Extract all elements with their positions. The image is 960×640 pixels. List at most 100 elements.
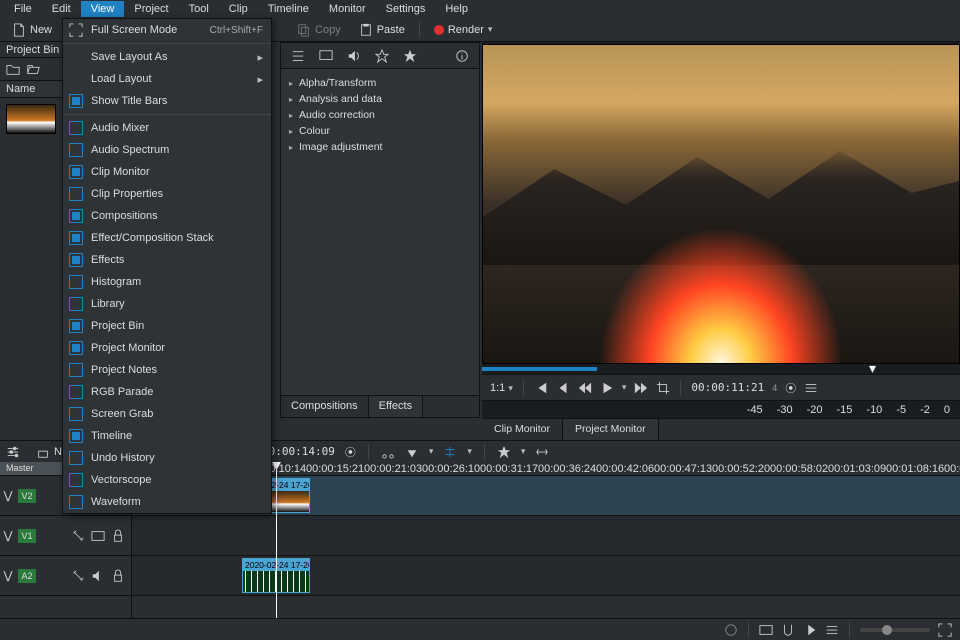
menu-monitor[interactable]: Monitor (319, 1, 376, 17)
render-button[interactable]: Render ▾ (428, 22, 499, 38)
align-icon[interactable] (443, 445, 457, 459)
menu-panel-rgb-parade[interactable]: RGB Parade (63, 381, 271, 403)
chevron-down-icon[interactable]: ▾ (622, 382, 627, 393)
track-lane-v1[interactable] (132, 516, 960, 556)
menu-panel-audio-mixer[interactable]: Audio Mixer (63, 117, 271, 139)
stepper-icon[interactable]: ⦿ (345, 444, 356, 460)
menu-panel-compositions[interactable]: Compositions (63, 205, 271, 227)
copy-button[interactable]: Copy (291, 21, 347, 39)
fx-icon[interactable] (71, 569, 85, 583)
fit-icon[interactable] (938, 623, 952, 637)
menu-panel-waveform[interactable]: Waveform (63, 491, 271, 513)
track-badge[interactable]: A2 (18, 569, 36, 583)
effect-category[interactable]: Colour (285, 123, 475, 139)
effect-category[interactable]: Analysis and data (285, 91, 475, 107)
playhead[interactable] (276, 462, 277, 618)
menu-panel-effect-composition-stack[interactable]: Effect/Composition Stack (63, 227, 271, 249)
snap-icon[interactable] (781, 623, 795, 637)
chevron-down-icon[interactable]: ▾ (429, 446, 434, 457)
tab-clip-monitor[interactable]: Clip Monitor (482, 419, 563, 440)
menu-show-title-bars[interactable]: Show Title Bars (63, 90, 271, 112)
menu-load-layout[interactable]: Load Layout ▸ (63, 68, 271, 90)
menu-help[interactable]: Help (435, 1, 478, 17)
fx-icon[interactable] (71, 529, 85, 543)
spacer-icon[interactable] (535, 445, 549, 459)
track-header-v1[interactable]: ⋁ V1 (0, 516, 131, 556)
star-outline-icon[interactable] (375, 49, 389, 63)
lock-icon[interactable] (111, 529, 125, 543)
monitor-viewport[interactable] (482, 44, 960, 364)
track-header-a2[interactable]: ⋁ A2 (0, 556, 131, 596)
zoom-slider[interactable] (860, 628, 930, 632)
menu-project[interactable]: Project (124, 1, 178, 17)
list-icon[interactable] (291, 49, 305, 63)
screen-icon[interactable] (319, 49, 333, 63)
tab-project-monitor[interactable]: Project Monitor (563, 419, 659, 440)
effect-category[interactable]: Image adjustment (285, 139, 475, 155)
speaker-icon[interactable] (91, 569, 105, 583)
track-badge[interactable]: V1 (18, 529, 36, 543)
bin-clip-thumbnail[interactable] (6, 104, 56, 134)
add-folder-icon[interactable] (6, 62, 20, 76)
mute-video-icon[interactable] (91, 529, 105, 543)
chevron-down-icon[interactable]: ▾ (467, 446, 472, 457)
menu-panel-vectorscope[interactable]: Vectorscope (63, 469, 271, 491)
star-icon[interactable] (497, 445, 511, 459)
chevron-down-icon[interactable]: ▾ (521, 446, 526, 457)
track-lane-a2[interactable]: 2020-02-24 17-26 (132, 556, 960, 596)
warning-icon[interactable] (724, 623, 738, 637)
menu-panel-screen-grab[interactable]: Screen Grab (63, 403, 271, 425)
menu-settings[interactable]: Settings (376, 1, 436, 17)
menu-panel-audio-spectrum[interactable]: Audio Spectrum (63, 139, 271, 161)
marker-down-icon[interactable] (405, 445, 419, 459)
menu-tool[interactable]: Tool (179, 1, 219, 17)
monitor-scrubber[interactable]: ▾ (482, 364, 960, 374)
menu-timeline[interactable]: Timeline (258, 1, 319, 17)
play-icon[interactable] (600, 381, 614, 395)
menu-view[interactable]: View (81, 1, 125, 17)
tags-icon[interactable] (825, 623, 839, 637)
effect-category[interactable]: Alpha/Transform (285, 75, 475, 91)
prev-frame-icon[interactable] (556, 381, 570, 395)
settings-icon[interactable] (6, 445, 20, 459)
forward-icon[interactable] (634, 381, 648, 395)
cut-icon[interactable] (381, 445, 395, 459)
menu-file[interactable]: File (4, 1, 42, 17)
menu-fullscreen[interactable]: Full Screen Mode Ctrl+Shift+F (63, 19, 271, 41)
info-icon[interactable] (455, 49, 469, 63)
thumbnail-icon[interactable] (759, 623, 773, 637)
monitor-timecode[interactable]: 00:00:11:21 (691, 381, 764, 394)
star-icon[interactable] (403, 49, 417, 63)
new-button[interactable]: New (6, 21, 58, 39)
menu-panel-effects[interactable]: Effects (63, 249, 271, 271)
expand-icon[interactable]: ⋁ (0, 529, 16, 542)
scale-selector[interactable]: 1:1 ▾ (490, 382, 513, 394)
expand-icon[interactable]: ⋁ (0, 489, 16, 502)
menu-clip[interactable]: Clip (219, 1, 258, 17)
crop-icon[interactable] (656, 381, 670, 395)
menu-panel-histogram[interactable]: Histogram (63, 271, 271, 293)
effect-category[interactable]: Audio correction (285, 107, 475, 123)
speaker-icon[interactable] (347, 49, 361, 63)
menu-panel-clip-monitor[interactable]: Clip Monitor (63, 161, 271, 183)
menu-panel-project-notes[interactable]: Project Notes (63, 359, 271, 381)
goto-start-icon[interactable] (534, 381, 548, 395)
menu-panel-library[interactable]: Library (63, 293, 271, 315)
tab-compositions[interactable]: Compositions (281, 396, 369, 417)
stepper-icon[interactable]: ⦿ (785, 380, 796, 396)
paste-button[interactable]: Paste (353, 21, 411, 39)
track-badge[interactable]: V2 (18, 489, 36, 503)
rewind-icon[interactable] (578, 381, 592, 395)
menu-panel-undo-history[interactable]: Undo History (63, 447, 271, 469)
lock-icon[interactable] (111, 569, 125, 583)
menu-save-layout[interactable]: Save Layout As ▸ (63, 46, 271, 68)
menu-panel-project-monitor[interactable]: Project Monitor (63, 337, 271, 359)
options-icon[interactable] (804, 381, 818, 395)
expand-icon[interactable]: ⋁ (0, 569, 16, 582)
menu-panel-project-bin[interactable]: Project Bin (63, 315, 271, 337)
menu-panel-clip-properties[interactable]: Clip Properties (63, 183, 271, 205)
open-icon[interactable] (26, 62, 40, 76)
tab-effects[interactable]: Effects (369, 396, 423, 417)
goto-icon[interactable] (803, 623, 817, 637)
menu-edit[interactable]: Edit (42, 1, 81, 17)
